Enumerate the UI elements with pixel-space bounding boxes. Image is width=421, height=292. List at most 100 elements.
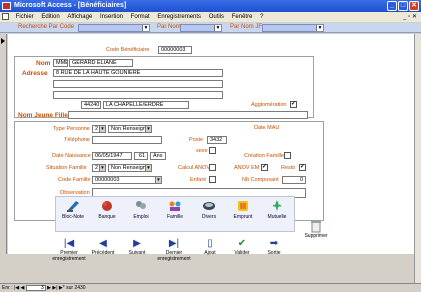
bloc-note-button[interactable]: Bloc-Note xyxy=(60,199,86,220)
code-famille-value: 00000003 xyxy=(95,177,120,183)
ville-field[interactable]: LA CHAPELLE/ERDRE xyxy=(103,101,189,109)
total-records: 2430 xyxy=(74,285,86,291)
access-app-icon xyxy=(2,2,11,10)
checkmark-icon: ✔ xyxy=(237,238,247,249)
minimize-button[interactable]: _ xyxy=(387,1,397,11)
suivant-button[interactable]: ▶ Suivant xyxy=(120,238,154,256)
creation-famille-label: Création Famille xyxy=(244,153,285,159)
vertical-scrollbar[interactable] xyxy=(414,34,421,283)
resto-label: Resto xyxy=(281,165,296,171)
previous-icon: ◀ xyxy=(99,238,107,249)
emprunt-button[interactable]: Emprunt xyxy=(230,199,256,220)
chevron-down-icon[interactable]: ▼ xyxy=(214,25,221,31)
menu-enregistrements[interactable]: Enregistrements xyxy=(154,12,204,22)
ajout-button[interactable]: ▯ Ajout xyxy=(194,238,226,256)
chevron-down-icon[interactable]: ▼ xyxy=(145,165,151,171)
valider-button[interactable]: ✔ Valider xyxy=(226,238,258,256)
mutuelle-button[interactable]: Mutuelle xyxy=(264,199,290,220)
chevron-down-icon[interactable]: ▼ xyxy=(99,165,105,171)
type-personne-code-combo[interactable]: 2 ▼ xyxy=(92,125,106,133)
situation-famille-code-combo[interactable]: 2 ▼ xyxy=(92,164,106,172)
current-record-input[interactable]: 3 xyxy=(25,284,46,291)
menu-outils[interactable]: Outils xyxy=(206,12,227,22)
menu-help[interactable]: ? xyxy=(257,12,266,22)
telephone-field[interactable] xyxy=(92,136,162,144)
code-beneficiaire-field[interactable]: 00000003 xyxy=(158,46,192,54)
adresse-line1-field[interactable]: 8 RUE DE LA HAUTE GOUNIERE xyxy=(53,69,223,77)
adresse-label: Adresse xyxy=(22,70,48,77)
maximize-button[interactable]: □ xyxy=(398,1,408,11)
anov-em-label: ANOV EM xyxy=(234,165,260,171)
sexe-checkbox[interactable] xyxy=(209,147,216,154)
precedent-button[interactable]: ◀ Précédent xyxy=(86,238,120,256)
nom-label: Nom xyxy=(36,60,51,67)
situation-famille-combo[interactable]: Non Renseigne ▼ xyxy=(108,164,152,172)
banque-button[interactable]: Banque xyxy=(94,199,120,220)
bank-icon xyxy=(100,199,114,212)
nom-jeune-fille-label: Nom Jeune Fille xyxy=(18,112,68,119)
valider-label: Valider xyxy=(234,250,250,256)
anov-em-checkbox[interactable]: ✓ xyxy=(261,164,268,171)
menu-fichier[interactable]: Fichier xyxy=(13,12,37,22)
famille-label: Famille xyxy=(166,214,184,220)
dernier-enregistrement-button[interactable]: ▶| Dernier enregistrement xyxy=(154,238,194,262)
emploi-button[interactable]: Emploi xyxy=(128,199,154,220)
emploi-label: Emploi xyxy=(133,214,149,220)
date-naissance-field[interactable]: 06/05/1947 xyxy=(92,152,132,160)
premier-enregistrement-button[interactable]: |◀ Premier enregistrement xyxy=(52,238,86,262)
search-by-name-jf-combo[interactable]: ▼ xyxy=(262,24,324,32)
search-by-code-combo[interactable]: ▼ xyxy=(78,24,150,32)
supprimer-button[interactable]: Supprimer xyxy=(298,220,334,239)
telephone-label: Téléphone xyxy=(64,137,90,143)
code-famille-combo[interactable]: 00000003 ▼ xyxy=(92,176,162,184)
document-window-controls[interactable]: _ ▫ ✕ xyxy=(403,12,417,22)
document-icon[interactable] xyxy=(2,12,9,20)
adresse-line2-field[interactable] xyxy=(53,80,223,88)
supprimer-label: Supprimer xyxy=(304,233,328,239)
divers-label: Divers xyxy=(201,214,217,220)
menu-affichage[interactable]: Affichage xyxy=(64,12,95,22)
enfant-checkbox[interactable] xyxy=(209,176,216,183)
menu-format[interactable]: Format xyxy=(128,12,153,22)
famille-button[interactable]: Famille xyxy=(162,199,188,220)
loan-icon xyxy=(236,199,250,212)
calcul-anov-checkbox[interactable] xyxy=(209,164,216,171)
nom-field[interactable]: GERARD ELIANE xyxy=(69,59,133,67)
record-selector[interactable] xyxy=(0,34,7,254)
agglomeration-checkbox[interactable]: ✓ xyxy=(290,101,297,108)
chevron-down-icon[interactable]: ▼ xyxy=(145,126,151,132)
code-postal-field[interactable]: 44240 xyxy=(81,101,101,109)
record-navigation-bar: Enr : |◀ ◀ 3 ▶ ▶| ▶* sur 2430 xyxy=(0,283,421,291)
civilite-field[interactable]: MME xyxy=(53,59,68,67)
chevron-down-icon[interactable]: ▼ xyxy=(316,25,323,31)
adresse-line3-field[interactable] xyxy=(53,91,223,99)
nb-composant-field[interactable]: 0 xyxy=(282,176,306,184)
date-naissance-label: Date Naissance xyxy=(52,153,91,159)
chevron-down-icon[interactable]: ▼ xyxy=(155,177,161,183)
exit-icon: ➡ xyxy=(269,238,279,249)
chevron-down-icon[interactable]: ▼ xyxy=(99,126,105,132)
chevron-down-icon[interactable]: ▼ xyxy=(142,25,149,31)
creation-famille-checkbox[interactable] xyxy=(284,152,291,159)
type-personne-combo[interactable]: Non Renseigne ▼ xyxy=(108,125,152,133)
misc-icon xyxy=(202,199,216,212)
menu-insertion[interactable]: Insertion xyxy=(97,12,126,22)
age-field[interactable]: 61 xyxy=(134,152,148,160)
menu-edition[interactable]: Edition xyxy=(38,12,62,22)
family-icon xyxy=(168,199,182,212)
search-by-name-combo[interactable]: ▼ xyxy=(180,24,222,32)
enfant-label: Enfant xyxy=(190,177,206,183)
poste-field[interactable]: 3432 xyxy=(207,136,227,144)
sortie-button[interactable]: ➡ Sortie xyxy=(258,238,290,256)
type-personne-code-value: 2 xyxy=(95,126,99,132)
sortie-label: Sortie xyxy=(267,250,281,256)
close-button[interactable]: ✕ xyxy=(409,1,419,11)
premier-enregistrement-label: Premier enregistrement xyxy=(52,250,86,262)
code-famille-label: Code Famille xyxy=(58,177,91,183)
nom-jeune-fille-field[interactable] xyxy=(68,111,308,119)
menu-fenetre[interactable]: Fenêtre xyxy=(229,12,256,22)
resto-checkbox[interactable]: ✓ xyxy=(299,164,306,171)
banque-label: Banque xyxy=(98,214,116,220)
divers-button[interactable]: Divers xyxy=(196,199,222,220)
nb-composant-label: Nb Composant xyxy=(242,177,279,183)
